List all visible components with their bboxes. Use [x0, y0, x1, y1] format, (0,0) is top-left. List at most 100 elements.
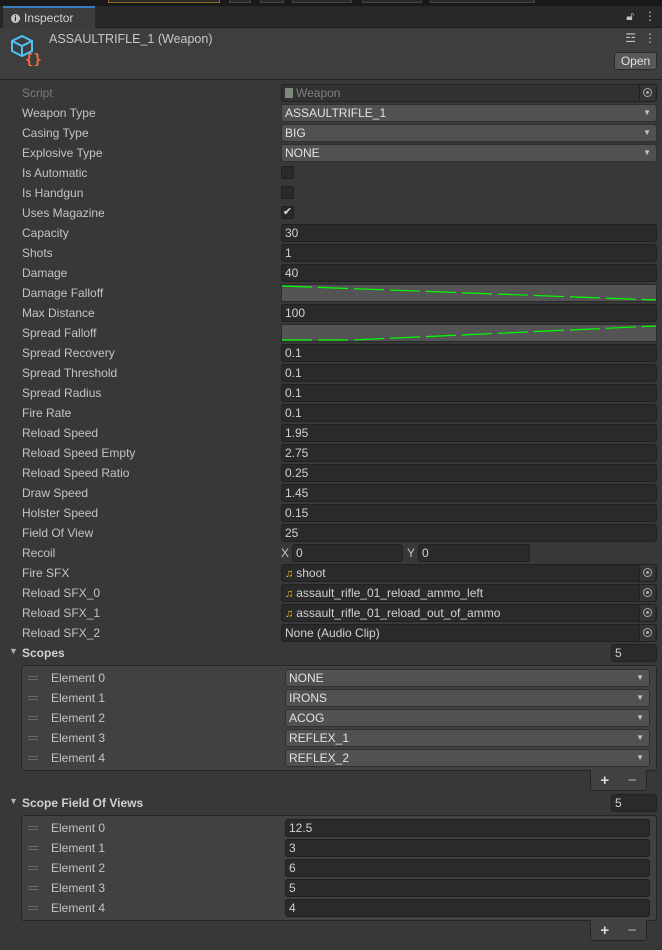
property-label: Field Of View: [22, 526, 94, 540]
spread-falloff-curve-field[interactable]: [281, 324, 657, 342]
list-size-field[interactable]: 5: [611, 644, 657, 662]
toolbar-segment[interactable]: [362, 0, 422, 3]
chevron-down-icon: ▼: [643, 108, 651, 117]
element-field[interactable]: 12.5: [285, 819, 650, 837]
list-header-scope-field-of-views[interactable]: ▼ Scope Field Of Views 5: [0, 793, 662, 813]
property-row-uses-magazine: Uses Magazine ✔: [0, 203, 662, 223]
weapon-type-dropdown[interactable]: ASSAULTRIFLE_1 ▼: [281, 104, 657, 122]
drag-handle-icon[interactable]: [28, 676, 38, 680]
drag-handle-icon[interactable]: [28, 886, 38, 890]
tab-inspector[interactable]: i Inspector: [3, 6, 95, 28]
list-item: Element 4 REFLEX_2 ▼: [22, 748, 656, 768]
uses-magazine-checkbox[interactable]: ✔: [281, 206, 294, 219]
toolbar-segment[interactable]: [108, 0, 220, 3]
reload-speed-field[interactable]: 1.95: [281, 424, 657, 442]
draw-speed-field[interactable]: 1.45: [281, 484, 657, 502]
toolbar-segment[interactable]: [229, 0, 251, 3]
script-object-field[interactable]: Weapon: [281, 84, 657, 102]
property-row-fire-rate: Fire Rate 0.1: [0, 403, 662, 423]
chevron-down-icon: ▼: [636, 753, 644, 762]
spread-threshold-field[interactable]: 0.1: [281, 364, 657, 382]
shots-field[interactable]: 1: [281, 244, 657, 262]
drag-handle-icon[interactable]: [28, 866, 38, 870]
list-size-field[interactable]: 5: [611, 794, 657, 812]
is-automatic-checkbox[interactable]: [281, 166, 294, 179]
element-field[interactable]: 3: [285, 839, 650, 857]
remove-element-button[interactable]: −: [628, 772, 637, 789]
property-row-is-automatic: Is Automatic: [0, 163, 662, 183]
capacity-field[interactable]: 30: [281, 224, 657, 242]
property-label: Spread Recovery: [22, 346, 115, 360]
preset-settings-icon[interactable]: ☲: [625, 31, 636, 45]
list-header-scopes[interactable]: ▼ Scopes 5: [0, 643, 662, 663]
reload-sfx-2-object-field[interactable]: None (Audio Clip): [281, 624, 657, 642]
recoil-x-field[interactable]: 0: [292, 544, 403, 562]
casing-type-dropdown[interactable]: BIG ▼: [281, 124, 657, 142]
element-dropdown[interactable]: IRONS ▼: [285, 689, 650, 707]
drag-handle-icon[interactable]: [28, 716, 38, 720]
toolbar-segment[interactable]: [260, 0, 284, 3]
open-button[interactable]: Open: [614, 52, 657, 70]
recoil-y-field[interactable]: 0: [418, 544, 530, 562]
drag-handle-icon[interactable]: [28, 906, 38, 910]
property-row-reload-sfx-0: Reload SFX_0 ♫ assault_rifle_01_reload_amm…: [0, 583, 662, 603]
element-field[interactable]: 5: [285, 879, 650, 897]
element-dropdown[interactable]: ACOG ▼: [285, 709, 650, 727]
object-picker-button[interactable]: [639, 605, 655, 621]
object-picker-button[interactable]: [639, 565, 655, 581]
property-label: Reload SFX_1: [22, 606, 101, 620]
object-picker-button[interactable]: [639, 625, 655, 641]
list-item: Element 3 REFLEX_1 ▼: [22, 728, 656, 748]
element-dropdown[interactable]: REFLEX_1 ▼: [285, 729, 650, 747]
element-label: Element 2: [51, 711, 106, 725]
script-object-icon: {}: [11, 34, 42, 66]
drag-handle-icon[interactable]: [28, 736, 38, 740]
object-picker-button[interactable]: [639, 85, 655, 101]
is-handgun-checkbox[interactable]: [281, 186, 294, 199]
more-options-icon[interactable]: ⋮: [644, 9, 656, 24]
property-label: Reload Speed Ratio: [22, 466, 130, 480]
reload-sfx-0-object-field[interactable]: ♫ assault_rifle_01_reload_ammo_left: [281, 584, 657, 602]
toolbar-segment[interactable]: [430, 0, 535, 3]
element-dropdown[interactable]: NONE ▼: [285, 669, 650, 687]
component-menu-icon[interactable]: ⋮: [644, 31, 656, 45]
reload-speed-ratio-field[interactable]: 0.25: [281, 464, 657, 482]
property-row-fire-sfx: Fire SFX ♫ shoot: [0, 563, 662, 583]
property-row-spread-falloff: Spread Falloff: [0, 323, 662, 343]
property-label: Reload SFX_2: [22, 626, 101, 640]
checkmark-icon: ✔: [282, 206, 293, 218]
foldout-triangle-icon[interactable]: ▼: [9, 796, 18, 806]
drag-handle-icon[interactable]: [28, 846, 38, 850]
reload-sfx-1-object-field[interactable]: ♫ assault_rifle_01_reload_out_of_ammo: [281, 604, 657, 622]
list-body-scope-field-of-views: Element 0 12.5 Element 1 3 Element 2 6 Element…: [21, 815, 657, 921]
lock-icon[interactable]: 🔓︎: [626, 9, 634, 24]
explosive-type-dropdown[interactable]: NONE ▼: [281, 144, 657, 162]
drag-handle-icon[interactable]: [28, 696, 38, 700]
toolbar-segment[interactable]: [292, 0, 352, 3]
spread-radius-field[interactable]: 0.1: [281, 384, 657, 402]
foldout-triangle-icon[interactable]: ▼: [9, 646, 18, 656]
object-picker-button[interactable]: [639, 585, 655, 601]
drag-handle-icon[interactable]: [28, 756, 38, 760]
fire-rate-field[interactable]: 0.1: [281, 404, 657, 422]
field-of-view-field[interactable]: 25: [281, 524, 657, 542]
max-distance-field[interactable]: 100: [281, 304, 657, 322]
element-field[interactable]: 6: [285, 859, 650, 877]
fire-sfx-object-field[interactable]: ♫ shoot: [281, 564, 657, 582]
holster-speed-field[interactable]: 0.15: [281, 504, 657, 522]
damage-falloff-curve-field[interactable]: [281, 284, 657, 302]
reload-speed-empty-field[interactable]: 2.75: [281, 444, 657, 462]
element-dropdown[interactable]: REFLEX_2 ▼: [285, 749, 650, 767]
element-field[interactable]: 4: [285, 899, 650, 917]
damage-field[interactable]: 40: [281, 264, 657, 282]
drag-handle-icon[interactable]: [28, 826, 38, 830]
curve-preview: [282, 285, 656, 301]
spread-recovery-field[interactable]: 0.1: [281, 344, 657, 362]
dropdown-value: NONE: [289, 671, 324, 685]
remove-element-button[interactable]: −: [628, 922, 637, 939]
add-element-button[interactable]: +: [600, 922, 609, 939]
property-row-reload-speed-ratio: Reload Speed Ratio 0.25: [0, 463, 662, 483]
target-icon: [643, 88, 652, 97]
add-element-button[interactable]: +: [600, 772, 609, 789]
dropdown-value: ACOG: [289, 711, 325, 725]
